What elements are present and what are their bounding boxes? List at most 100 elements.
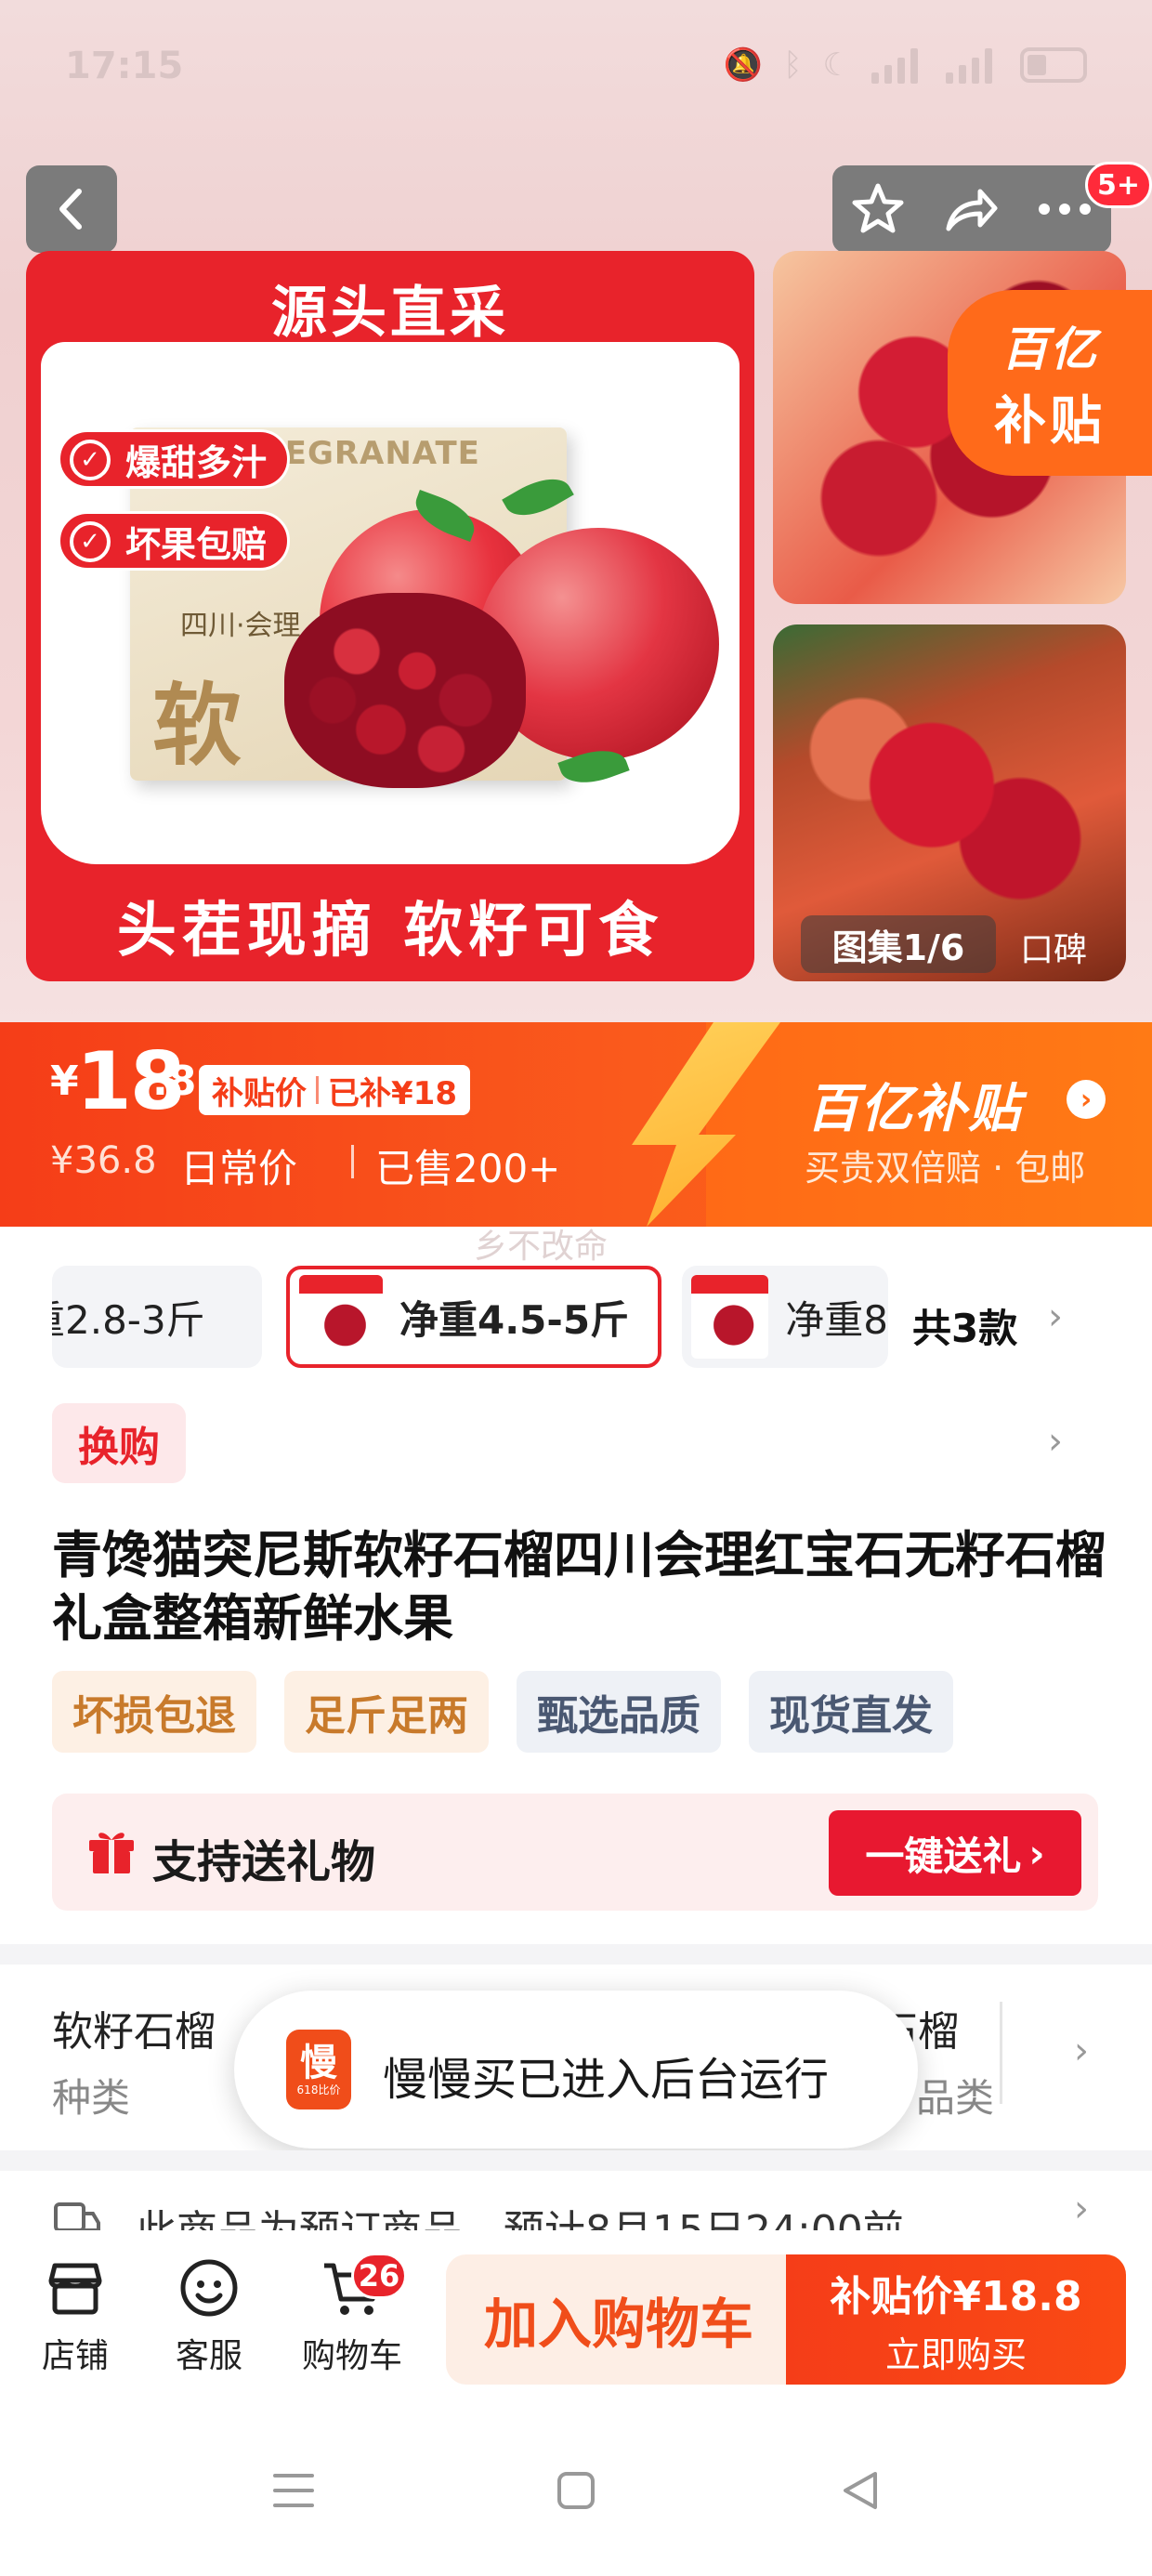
- cart-label: 购物车: [301, 2337, 402, 2375]
- tag-separator: [316, 1076, 319, 1104]
- feature-tag-label: 爆甜多汁: [125, 441, 268, 483]
- spec-label: 种类: [52, 2075, 131, 2121]
- main-card-title: 源头直采: [271, 281, 509, 346]
- sku-thumbnail: [299, 1275, 383, 1359]
- gallery-reviews-link[interactable]: 口碑: [1020, 923, 1087, 971]
- toast-message: 慢慢买已进入后台运行: [383, 2054, 830, 2106]
- sku-option[interactable]: 净重8: [682, 1266, 888, 1368]
- cart-count-badge: 26: [351, 2253, 407, 2299]
- spec-value: 软籽石榴: [52, 2008, 216, 2056]
- buy-now-label: 立即购买: [884, 2333, 1027, 2375]
- feature-tag-label: 坏果包赔: [125, 523, 268, 565]
- feature-tag: ✓ 坏果包赔: [58, 511, 291, 571]
- customer-service-label: 客服: [175, 2337, 242, 2375]
- main-card-inner: D POMEGRANATE 四川·会理 软: [41, 342, 740, 864]
- chevron-right-icon[interactable]: ›: [1074, 2030, 1089, 2072]
- section-divider: [0, 1944, 1152, 1965]
- subsidy-badge-line2: 补贴: [994, 390, 1106, 452]
- subsidy-badge-line1: 百亿: [1001, 322, 1098, 376]
- battery-icon: [1020, 47, 1087, 83]
- currency-symbol: ¥: [50, 1058, 79, 1105]
- back-triangle-icon[interactable]: [838, 2468, 883, 2513]
- service-tag: 坏损包退: [52, 1671, 256, 1753]
- pomegranate-seeds-image: [284, 593, 526, 788]
- sku-total-count[interactable]: 共3款: [912, 1297, 1017, 1354]
- signal-icon: [946, 46, 1000, 84]
- feature-tag: ✓ 爆甜多汁: [58, 429, 291, 489]
- sku-option-label: 净重8: [785, 1296, 888, 1343]
- original-price: ¥36.8: [50, 1139, 157, 1182]
- gallery-count[interactable]: 图集1/6: [801, 915, 996, 973]
- gift-section: 支持送礼物 一键送礼 ›: [52, 1794, 1098, 1911]
- sku-option-selected[interactable]: 净重4.5-5斤: [286, 1266, 661, 1368]
- main-product-image[interactable]: 源头直采 D POMEGRANATE 四川·会理 软 ✓ 爆甜多汁 ✓ 坏果包赔: [26, 251, 754, 981]
- service-tag: 足斤足两: [284, 1671, 489, 1753]
- more-icon[interactable]: [1035, 200, 1094, 218]
- subsidy-brand[interactable]: 百亿补贴: [806, 1067, 1022, 1142]
- message-badge: 5+: [1085, 162, 1152, 208]
- section-divider: [0, 2150, 1152, 2171]
- gift-label: 支持送礼物: [152, 1836, 376, 1888]
- chevron-right-icon[interactable]: ›: [1067, 1080, 1106, 1119]
- price-decimal: .8: [152, 1058, 197, 1105]
- price-banner: ¥ 18 .8 补贴价 已补¥18 ¥36.8 日常价 已售200+ 百亿补贴 …: [0, 1022, 1152, 1227]
- sku-option-label: 净重4.5-5斤: [399, 1296, 630, 1343]
- buy-now-button[interactable]: 补贴价¥18.8 立即购买: [786, 2254, 1126, 2385]
- favorite-star-icon[interactable]: [849, 180, 907, 238]
- chevron-left-icon: [59, 189, 82, 230]
- status-icons: 🔕 ᛒ ☾: [724, 46, 1087, 84]
- menu-icon[interactable]: [271, 2470, 316, 2511]
- sold-count: 已售200+: [375, 1146, 561, 1191]
- store-icon: [48, 2263, 102, 2315]
- check-icon: ✓: [70, 521, 111, 562]
- subsidy-price-tag: 补贴价 已补¥18: [199, 1065, 470, 1115]
- chevron-right-icon[interactable]: ›: [1048, 1420, 1063, 1463]
- divider: [351, 1145, 354, 1178]
- subsidy-brand-sub: 买贵双倍赔 · 包邮: [805, 1148, 1086, 1189]
- watermark: 乡不改命: [474, 1228, 609, 1266]
- main-card-footer: 头茬现摘 软籽可食: [116, 897, 664, 966]
- bluetooth-icon: ᛒ: [783, 46, 803, 84]
- customer-service-nav[interactable]: 客服: [149, 2254, 269, 2377]
- gift-icon: [89, 1833, 134, 1873]
- daily-price-label: 日常价: [180, 1146, 298, 1191]
- sku-option-label: 净重2.8-3斤: [52, 1296, 205, 1343]
- shop-label: 店铺: [41, 2337, 109, 2375]
- send-gift-button[interactable]: 一键送礼 ›: [829, 1810, 1081, 1896]
- chevron-right-icon: ›: [1028, 1830, 1045, 1876]
- service-tag: 现货直发: [749, 1671, 953, 1753]
- back-button[interactable]: [26, 165, 117, 253]
- package-origin-text: 四川·会理: [180, 610, 301, 642]
- app-icon-text: 慢: [300, 2042, 337, 2084]
- spec-label: 品类: [916, 2075, 995, 2121]
- product-detail-page: 17:15 🔕 ᛒ ☾ 5+ 源头直采 D POMEGRANATE 四川·会理 …: [0, 0, 1152, 2576]
- add-to-cart-button[interactable]: 加入购物车: [446, 2254, 792, 2385]
- check-icon: ✓: [70, 440, 111, 480]
- home-icon[interactable]: [556, 2470, 596, 2511]
- sku-option[interactable]: 净重2.8-3斤: [52, 1266, 262, 1368]
- moon-icon: ☾: [822, 46, 851, 84]
- system-navigation-bar: [0, 2403, 1152, 2576]
- hero-gallery[interactable]: 17:15 🔕 ᛒ ☾ 5+ 源头直采 D POMEGRANATE 四川·会理 …: [0, 0, 1152, 1022]
- sku-selector: 净重2.8-3斤 净重4.5-5斤 净重8 共3款 ›: [0, 1264, 1152, 1375]
- shop-nav[interactable]: 店铺: [15, 2254, 136, 2377]
- send-gift-label: 一键送礼: [865, 1833, 1022, 1879]
- chevron-right-icon[interactable]: ›: [1048, 1295, 1063, 1338]
- smiley-chat-icon: [180, 2259, 238, 2317]
- subsidy-amount-label: 已补¥18: [328, 1074, 457, 1112]
- package-char-text: 软: [152, 674, 242, 778]
- product-title: 青馋猫突尼斯软籽石榴四川会理红宝石无籽石榴礼盒整箱新鲜水果: [52, 1526, 1106, 1648]
- share-icon[interactable]: [941, 180, 1001, 238]
- sku-thumbnail: [691, 1275, 769, 1359]
- spec-divider: [1000, 2002, 1002, 2104]
- background-toast: 慢 618比价 慢慢买已进入后台运行: [234, 1991, 918, 2149]
- service-tag: 甄选品质: [517, 1671, 721, 1753]
- signal-5g-icon: [871, 46, 925, 84]
- subsidy-badge: 百亿 补贴: [948, 290, 1152, 476]
- mute-icon: 🔕: [723, 46, 764, 84]
- chevron-right-icon[interactable]: ›: [1074, 2188, 1089, 2230]
- trade-in-tag[interactable]: 换购: [52, 1403, 186, 1483]
- top-action-group: [832, 165, 1111, 253]
- app-icon-subtext: 618比价: [296, 2083, 341, 2096]
- status-time: 17:15: [65, 45, 184, 87]
